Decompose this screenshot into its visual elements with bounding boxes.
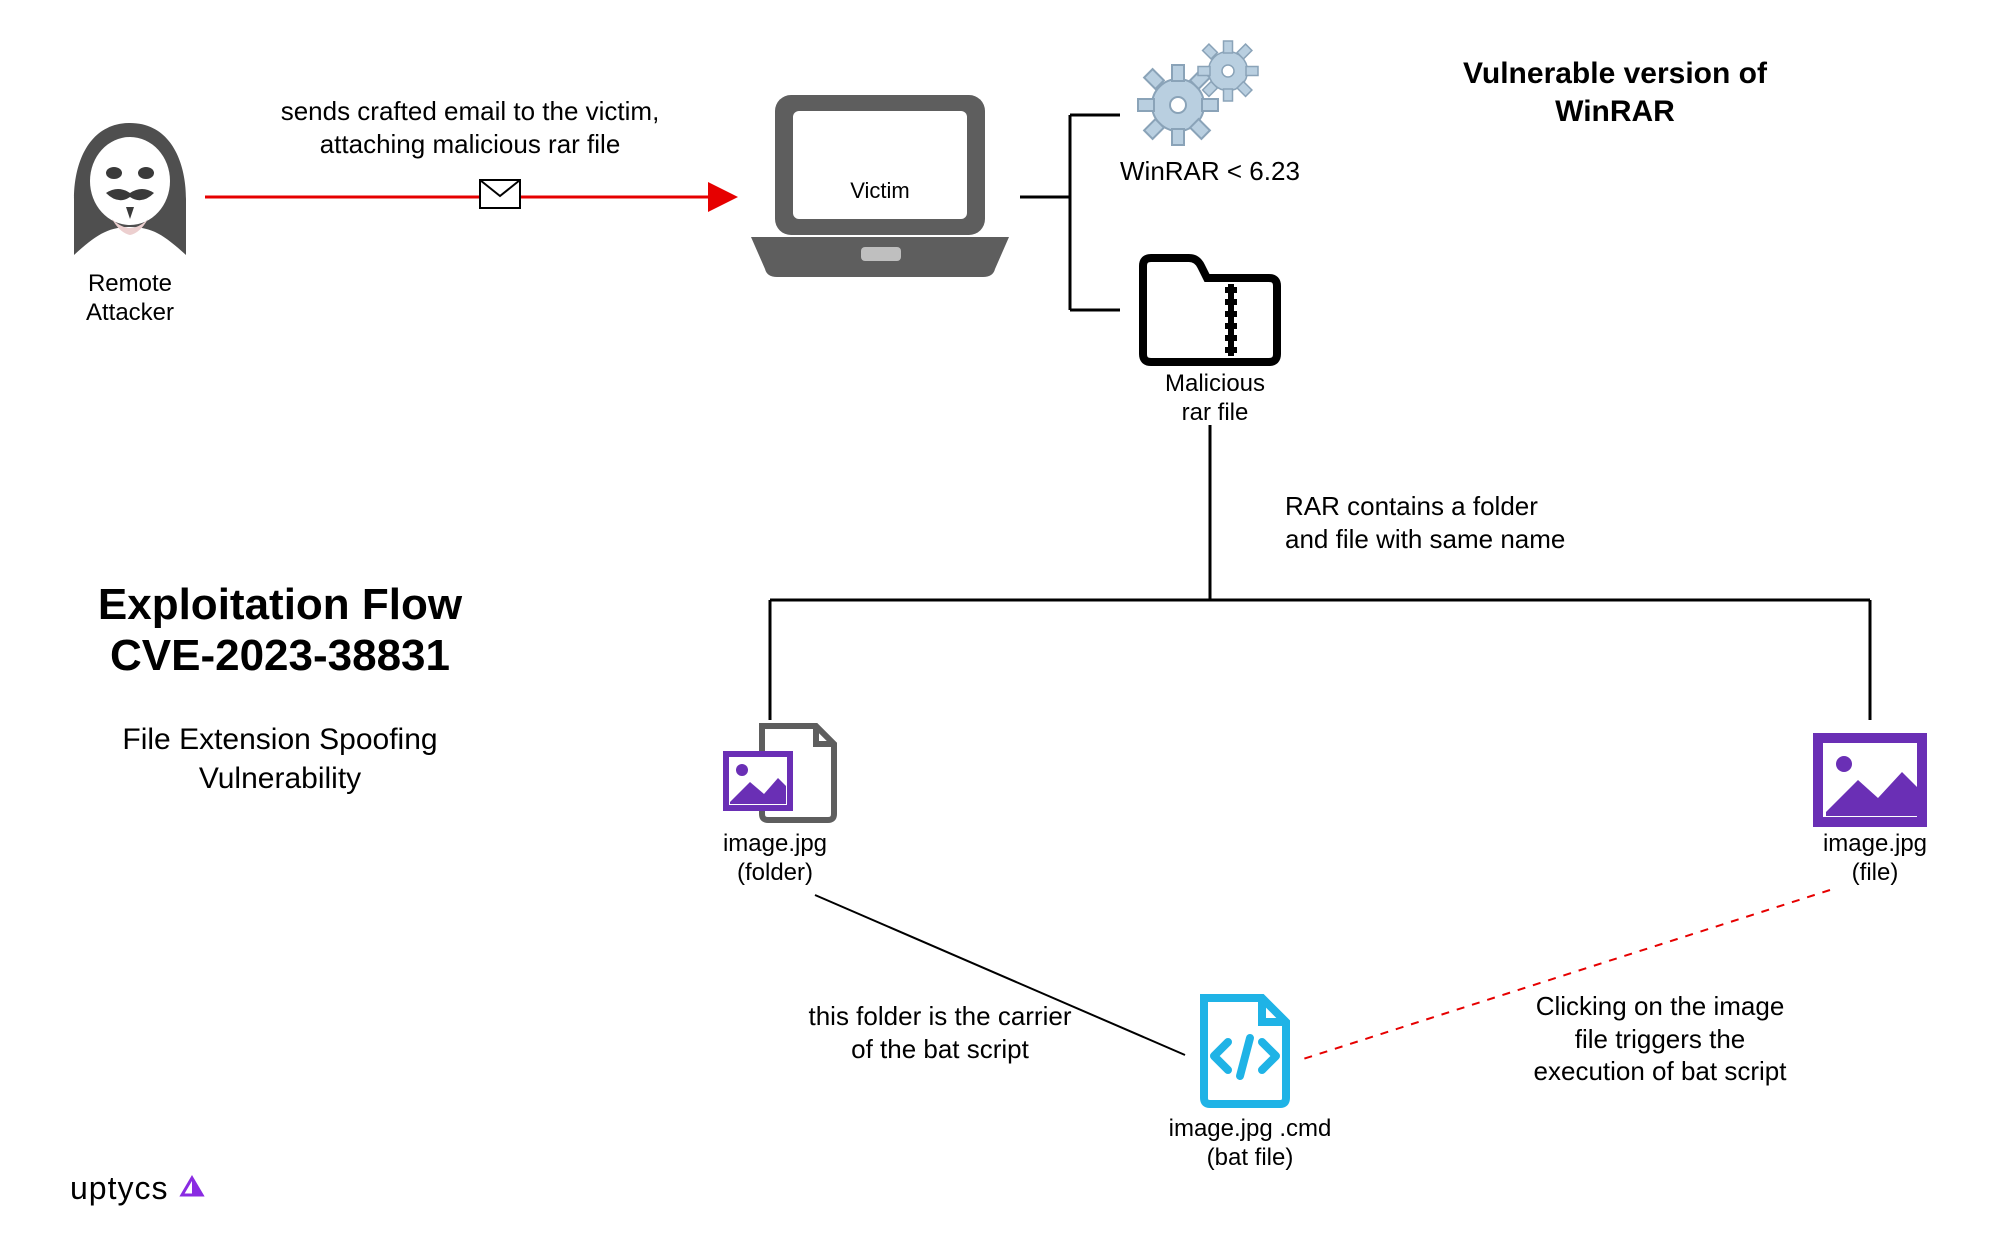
diagram-subtitle: File Extension Spoofing Vulnerability [80, 720, 480, 798]
split-victim [1020, 115, 1120, 310]
folder-item-label: image.jpg (folder) [690, 830, 860, 888]
envelope-icon [480, 180, 520, 208]
email-note: sends crafted email to the victim, attac… [235, 95, 705, 160]
gears-icon [1130, 35, 1270, 160]
brand: uptycs [70, 1170, 206, 1207]
attacker-icon [60, 115, 200, 270]
brand-text: uptycs [70, 1170, 168, 1207]
rar-file-label: Malicious rar file [1130, 370, 1300, 428]
folder-image-icon [720, 720, 840, 835]
file-item-label: image.jpg (file) [1790, 830, 1960, 888]
victim-label: Victim [800, 178, 960, 204]
split-rar-contents [770, 425, 1870, 720]
script-file-icon [1190, 990, 1300, 1115]
carrier-note: this folder is the carrier of the bat sc… [760, 1000, 1120, 1065]
click-note: Clicking on the image file triggers the … [1470, 990, 1850, 1088]
file-image-icon [1810, 730, 1930, 835]
diagram-title: Exploitation Flow CVE-2023-38831 [50, 580, 510, 681]
attacker-label: Remote Attacker [45, 270, 215, 328]
winrar-label: WinRAR < 6.23 [1120, 155, 1300, 188]
rar-archive-icon [1135, 250, 1285, 375]
vuln-heading: Vulnerable version of WinRAR [1400, 55, 1830, 130]
brand-logo-icon [178, 1175, 206, 1203]
cmd-file-label: image.jpg .cmd (bat file) [1140, 1115, 1360, 1173]
rar-contains-note: RAR contains a folder and file with same… [1285, 490, 1685, 555]
